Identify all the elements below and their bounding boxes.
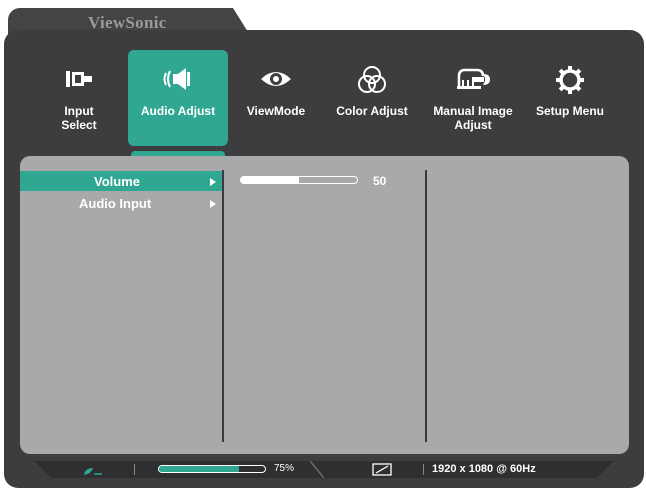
submenu-item-label: Audio Input (79, 196, 152, 211)
menu-setup-menu[interactable]: Setup Menu (528, 50, 612, 146)
wrench-monitor-icon (424, 64, 522, 94)
menu-manual-image-adjust-label: Manual Image Adjust (433, 104, 513, 132)
column-divider-left (222, 170, 224, 442)
volume-value: 50 (373, 174, 387, 188)
input-plug-icon (36, 64, 122, 94)
aspect-ratio-icon (372, 463, 392, 481)
menu-color-adjust[interactable]: Color Adjust (326, 50, 418, 146)
menu-audio-adjust-label: Audio Adjust (140, 104, 216, 118)
eco-leaf-icon (82, 464, 104, 482)
menu-viewmode[interactable]: ViewMode (236, 50, 316, 146)
brightness-value: 75% (274, 463, 295, 474)
submenu-item-audio-input[interactable]: Audio Input (20, 193, 222, 213)
color-circles-icon (326, 64, 418, 94)
volume-slider[interactable] (240, 176, 358, 184)
menu-color-adjust-label: Color Adjust (336, 104, 408, 118)
menu-setup-menu-label: Setup Menu (536, 104, 604, 118)
menu-audio-adjust[interactable]: Audio Adjust (128, 50, 228, 146)
menu-input-select-label: Input Select (61, 104, 97, 132)
brightness-indicator (158, 465, 266, 473)
submenu-item-label: Volume (94, 174, 140, 189)
chevron-right-icon (210, 200, 216, 208)
chevron-right-icon (210, 178, 216, 186)
column-divider-right (425, 170, 427, 442)
volume-slider-fill (241, 177, 299, 183)
speaker-icon (128, 64, 228, 94)
menu-viewmode-label: ViewMode (246, 104, 306, 118)
status-bar: 75% 1920 x 1080 @ 60Hz (34, 461, 614, 478)
menu-manual-image-adjust[interactable]: Manual Image Adjust (424, 50, 522, 146)
status-separator (134, 464, 135, 475)
submenu-item-volume[interactable]: Volume (20, 171, 222, 191)
menu-input-select[interactable]: Input Select (36, 50, 122, 146)
eye-icon (236, 64, 316, 94)
status-separator (423, 464, 424, 475)
resolution-readout: 1920 x 1080 @ 60Hz (432, 463, 536, 475)
gear-icon (528, 64, 612, 94)
brightness-indicator-fill (159, 466, 239, 472)
status-notch (310, 461, 324, 478)
